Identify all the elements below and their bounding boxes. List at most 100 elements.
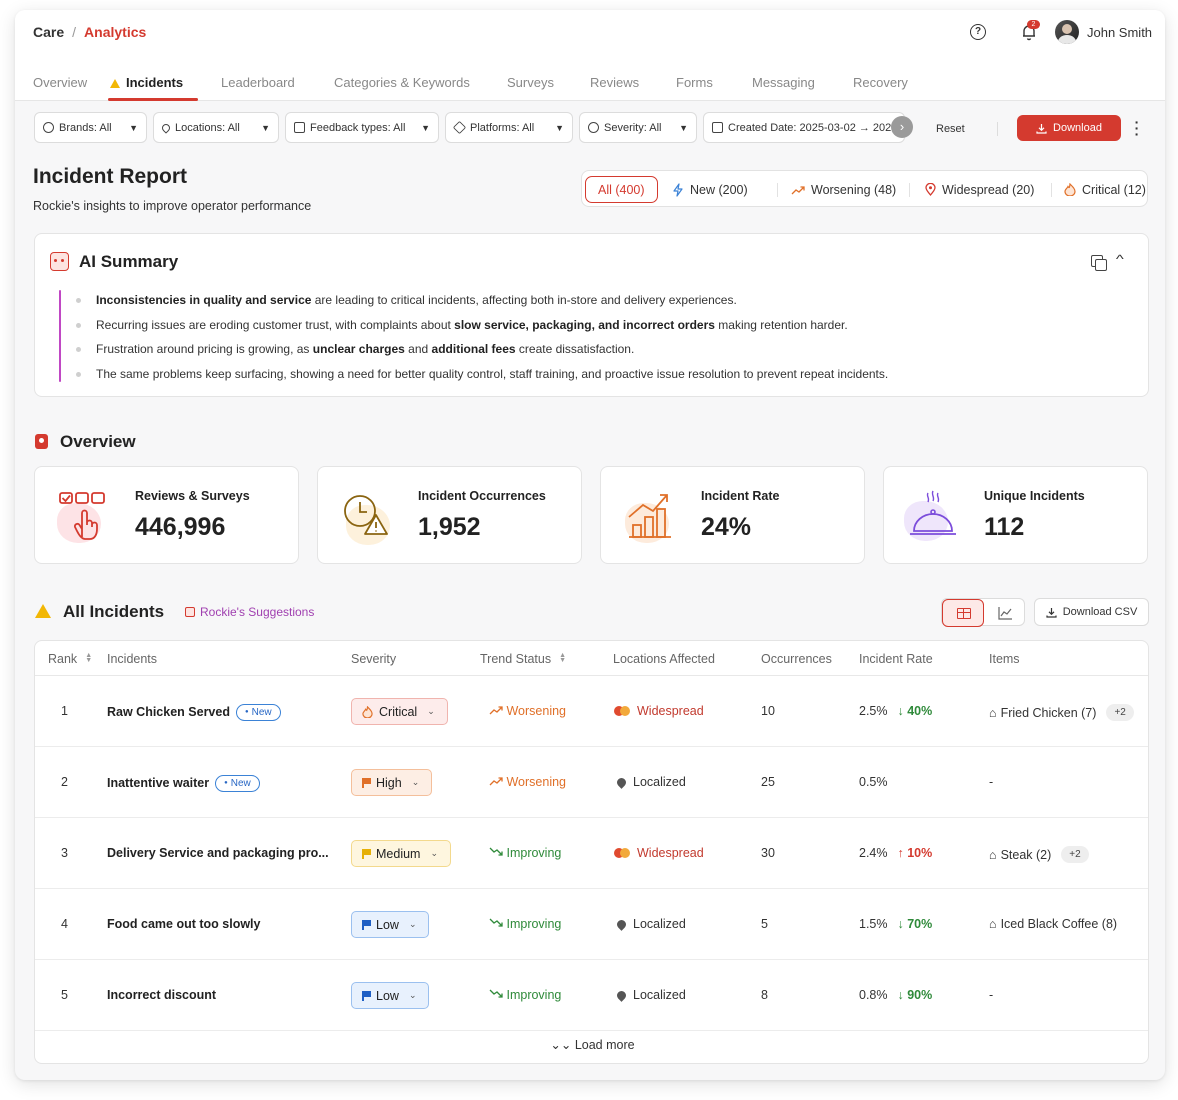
chevron-down-icon: ⌄ — [411, 777, 420, 787]
tab-incidents[interactable]: Incidents — [110, 75, 183, 90]
tab-recovery[interactable]: Recovery — [853, 75, 908, 90]
sort-icon[interactable]: ▲ ▼ — [559, 652, 566, 664]
chevron-down-icon: ⌄ — [408, 990, 417, 1000]
sort-icon[interactable]: ▲ ▼ — [85, 652, 92, 664]
ai-summary-item: Recurring issues are eroding customer tr… — [75, 313, 888, 338]
table-row[interactable]: 4 Food came out too slowly Low ⌄ Improvin… — [35, 889, 1148, 960]
chevron-down-icon: ▼ — [421, 122, 430, 133]
column-header-rank[interactable]: Rank ▲ ▼ — [48, 652, 92, 666]
chevron-down-icon: ▼ — [129, 122, 138, 133]
severity-filter[interactable]: Severity: All ▼ — [579, 112, 697, 143]
severity-dropdown[interactable]: High ⌄ — [351, 769, 433, 796]
table-row[interactable]: 1 Raw Chicken ServedNew Critical ⌄ Worsen… — [35, 676, 1148, 747]
divider — [777, 183, 778, 197]
help-icon[interactable]: ? — [970, 24, 986, 40]
reset-button[interactable]: Reset — [936, 123, 965, 135]
ai-summary-list: Inconsistencies in quality and service a… — [75, 288, 888, 386]
severity-dropdown[interactable]: Low ⌄ — [351, 911, 430, 938]
incident-name-cell[interactable]: Inattentive waiterNew — [107, 775, 260, 792]
avatar[interactable] — [1055, 20, 1079, 44]
created-date-filter[interactable]: Created Date: 2025-03-02 → 2025 — [703, 112, 905, 143]
column-header-incident-rate: Incident Rate — [859, 652, 933, 666]
platforms-filter[interactable]: Platforms: All ▼ — [445, 112, 573, 143]
table-row[interactable]: 5 Incorrect discount Low ⌄ Improving Loca… — [35, 960, 1148, 1031]
incident-name-cell[interactable]: Delivery Service and packaging pro... — [107, 846, 329, 860]
rockies-suggestions-link[interactable]: Rockie's Suggestions — [185, 605, 314, 619]
status-tab-worsening[interactable]: Worsening (48) — [779, 176, 908, 203]
copy-icon[interactable] — [1091, 255, 1107, 271]
status-tab-widespread[interactable]: Widespread (20) — [913, 176, 1046, 203]
tab-leaderboard[interactable]: Leaderboard — [221, 75, 295, 90]
trend-status-cell: Improving — [489, 988, 561, 1002]
download-csv-button[interactable]: Download CSV — [1034, 598, 1149, 626]
status-tab-all[interactable]: All (400) — [585, 176, 658, 203]
severity-dropdown[interactable]: Low ⌄ — [351, 982, 430, 1009]
table-row[interactable]: 2 Inattentive waiterNew High⌄ Worsening … — [35, 747, 1148, 818]
incident-name-cell[interactable]: Incorrect discount — [107, 988, 216, 1002]
table-header: Rank ▲ ▼ Incidents Severity Trend Status ▲ ▼… — [35, 641, 1148, 676]
summary-accent-bar — [59, 290, 61, 382]
overview-title: Overview — [60, 432, 136, 451]
calendar-icon — [712, 122, 723, 133]
table-row[interactable]: 3 Delivery Service and packaging pro... … — [35, 818, 1148, 889]
severity-dropdown[interactable]: Critical ⌄ — [351, 698, 448, 725]
brands-filter-label: Brands: All — [59, 121, 112, 134]
kpi-card-incident-rate: Incident Rate 24% — [600, 466, 865, 564]
load-more-label: Load more — [574, 1038, 635, 1052]
brands-filter[interactable]: Brands: All ▼ — [34, 112, 147, 143]
flag-icon — [362, 849, 371, 859]
more-items-badge[interactable]: +2 — [1061, 846, 1089, 863]
column-header-trend-status[interactable]: Trend Status ▲ ▼ — [480, 652, 566, 666]
scroll-filters-right-button[interactable]: › — [891, 116, 913, 138]
tab-reviews[interactable]: Reviews — [590, 75, 639, 90]
status-tab-widespread-label: Widespread (20) — [942, 182, 1035, 197]
feedback-types-filter[interactable]: Feedback types: All ▼ — [285, 112, 439, 143]
status-tab-critical[interactable]: Critical (12) — [1052, 176, 1158, 203]
ai-summary-title: AI Summary — [79, 252, 179, 271]
status-filter-tabs: All (400) New (200) Worsening (48) Wides… — [581, 170, 1148, 207]
incident-name-cell[interactable]: Raw Chicken ServedNew — [107, 704, 281, 721]
tab-overview[interactable]: Overview — [33, 75, 87, 90]
more-items-badge[interactable]: +2 — [1106, 704, 1134, 721]
new-badge: New — [235, 704, 281, 721]
brand-icon — [43, 122, 54, 133]
tab-messaging[interactable]: Messaging — [752, 75, 815, 90]
locations-filter[interactable]: Locations: All ▼ — [153, 112, 279, 143]
tab-incidents-label: Incidents — [126, 75, 184, 90]
location-pin-icon — [615, 988, 628, 1002]
chevron-up-icon[interactable]: ^ — [1116, 252, 1124, 266]
rank-cell: 1 — [61, 704, 68, 718]
page-subtitle: Rockie's insights to improve operator pe… — [33, 199, 312, 213]
location-pin-icon — [615, 775, 628, 789]
new-badge: New — [215, 775, 260, 792]
chevron-down-icon: ⌄ — [430, 848, 439, 858]
severity-filter-label: Severity: All — [604, 121, 662, 134]
severity-label: Critical — [379, 704, 418, 719]
download-button[interactable]: Download — [1017, 115, 1121, 141]
download-icon — [1036, 123, 1047, 134]
severity-dropdown[interactable]: Medium ⌄ — [351, 840, 452, 867]
user-name[interactable]: John Smith — [1087, 25, 1152, 40]
robot-icon — [50, 252, 69, 271]
feedback-types-filter-label: Feedback types: All — [310, 121, 406, 134]
kpi-value: 24% — [701, 513, 752, 541]
fire-icon — [1064, 183, 1076, 196]
layers-icon — [452, 120, 467, 135]
incident-rate-cell: 0.5% — [859, 775, 888, 789]
tab-forms[interactable]: Forms — [676, 75, 713, 90]
table-view-icon[interactable] — [942, 599, 984, 627]
incident-name-cell[interactable]: Food came out too slowly — [107, 917, 260, 931]
rate-delta: ↑ 10% — [897, 846, 933, 860]
nav-tabs: Overview Incidents Leaderboard Categorie… — [15, 54, 1165, 101]
tab-categories-keywords[interactable]: Categories & Keywords — [334, 75, 470, 90]
incident-rate-cell: 2.5% ↓ 40% — [859, 704, 933, 718]
load-more-button[interactable]: ⌄⌄ Load more — [35, 1037, 1148, 1052]
more-options-icon[interactable]: · · · — [1133, 115, 1141, 141]
breadcrumb-root[interactable]: Care — [33, 24, 64, 40]
rank-cell: 3 — [61, 846, 68, 860]
chart-view-icon[interactable] — [984, 599, 1026, 627]
tab-surveys[interactable]: Surveys — [507, 75, 554, 90]
food-icon: ⌂ — [989, 847, 997, 862]
ai-summary-item: The same problems keep surfacing, showin… — [75, 362, 888, 387]
status-tab-new[interactable]: New (200) — [660, 176, 760, 203]
